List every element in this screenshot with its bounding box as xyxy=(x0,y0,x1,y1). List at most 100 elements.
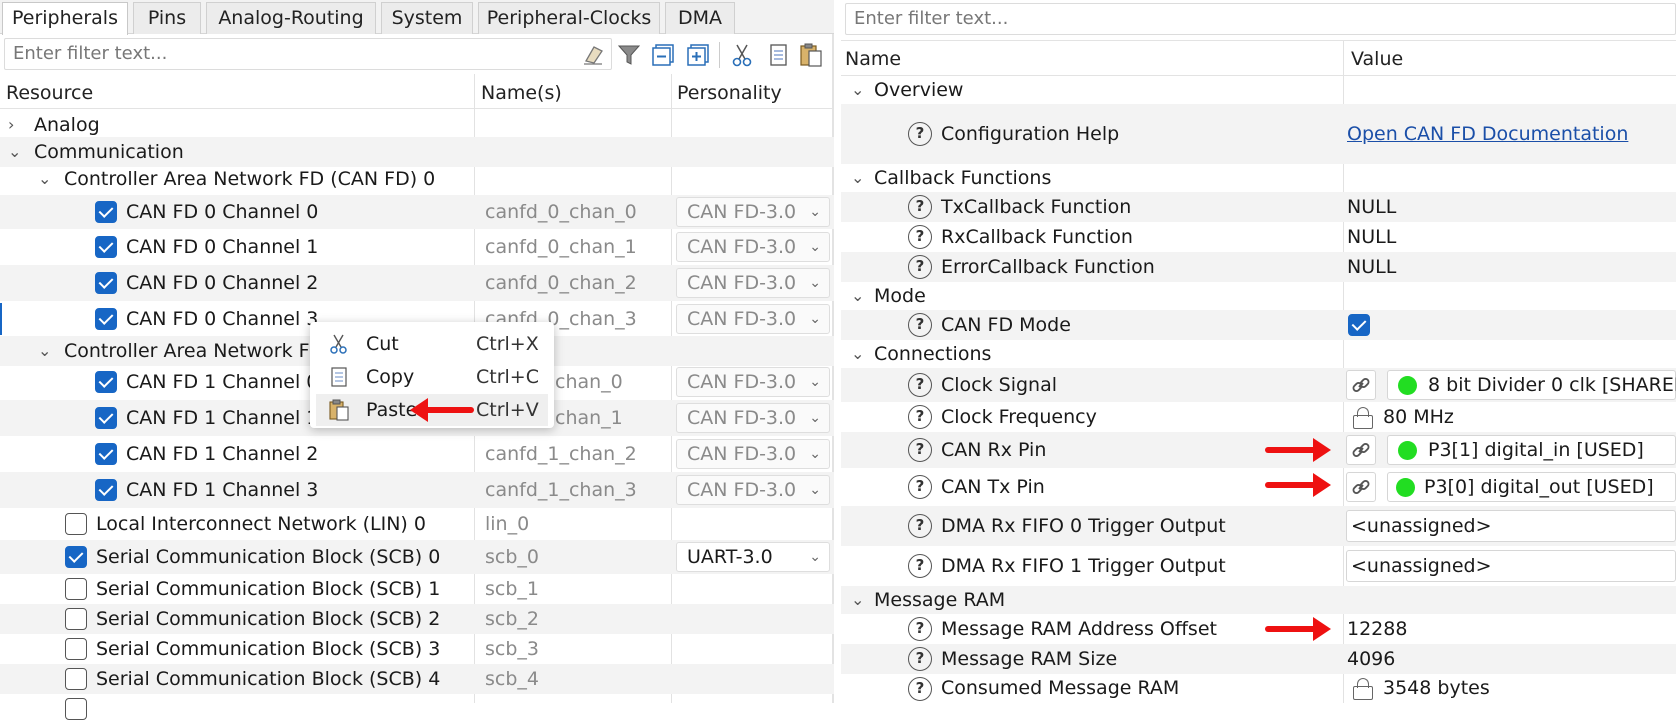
filter-icon[interactable] xyxy=(616,42,642,68)
enable-checkbox[interactable] xyxy=(95,272,117,294)
chevron-down-icon[interactable]: ⌄ xyxy=(38,164,51,194)
column-header-names[interactable]: Name(s) xyxy=(481,80,562,106)
enable-checkbox[interactable] xyxy=(65,513,87,535)
help-icon[interactable]: ? xyxy=(908,225,932,249)
enable-checkbox[interactable] xyxy=(65,698,87,720)
enable-checkbox[interactable] xyxy=(95,201,117,223)
tree-row-lin-0[interactable]: Local Interconnect Network (LIN) 0 lin_0 xyxy=(0,508,834,540)
paste-icon[interactable] xyxy=(798,42,824,68)
link-button[interactable] xyxy=(1346,435,1376,465)
column-header-value[interactable]: Value xyxy=(1351,46,1403,72)
enable-checkbox[interactable] xyxy=(95,236,117,258)
enable-checkbox[interactable] xyxy=(65,608,87,630)
chevron-down-icon[interactable]: ⌄ xyxy=(851,164,864,192)
tab-system[interactable]: System xyxy=(381,2,473,34)
eraser-icon[interactable] xyxy=(580,41,606,67)
column-header-name[interactable]: Name xyxy=(845,46,901,72)
tree-row-scb-2[interactable]: Serial Communication Block (SCB) 2 scb_2 xyxy=(0,604,834,634)
chevron-down-icon[interactable]: ⌄ xyxy=(851,340,864,368)
section-mode[interactable]: ⌄ Mode xyxy=(841,282,1676,310)
documentation-link[interactable]: Open CAN FD Documentation xyxy=(1347,104,1628,164)
menu-item-copy[interactable]: Copy Ctrl+C xyxy=(316,361,548,393)
instance-name[interactable]: scb_1 xyxy=(485,574,539,604)
help-icon[interactable]: ? xyxy=(908,122,932,146)
instance-name[interactable]: chan_1 xyxy=(555,400,623,436)
tree-row-canfd0-ch2[interactable]: CAN FD 0 Channel 2 canfd_0_chan_2 CAN FD… xyxy=(0,265,834,301)
instance-name[interactable]: canfd_0_chan_1 xyxy=(485,229,637,265)
tree-row-analog[interactable]: › Analog xyxy=(0,110,834,140)
personality-select[interactable]: CAN FD-3.0 ⌄ xyxy=(676,304,830,334)
tab-dma[interactable]: DMA xyxy=(665,2,735,34)
tab-peripherals[interactable]: Peripherals xyxy=(2,2,128,35)
tab-analog-routing[interactable]: Analog-Routing xyxy=(206,2,376,34)
personality-select[interactable]: CAN FD-3.0 ⌄ xyxy=(676,367,830,397)
help-icon[interactable]: ? xyxy=(908,647,932,671)
tree-row-canfd0-ch1[interactable]: CAN FD 0 Channel 1 canfd_0_chan_1 CAN FD… xyxy=(0,229,834,265)
tree-row-scb-3[interactable]: Serial Communication Block (SCB) 3 scb_3 xyxy=(0,634,834,664)
tree-row-scb-1[interactable]: Serial Communication Block (SCB) 1 scb_1 xyxy=(0,574,834,604)
help-icon[interactable]: ? xyxy=(908,554,932,578)
instance-name[interactable]: scb_2 xyxy=(485,604,539,634)
param-value[interactable]: 12288 xyxy=(1347,614,1407,644)
tree-row-canfd1-ch2[interactable]: CAN FD 1 Channel 2 canfd_1_chan_2 CAN FD… xyxy=(0,436,834,472)
personality-select[interactable]: UART-3.0 ⌄ xyxy=(676,542,830,572)
enable-checkbox[interactable] xyxy=(95,407,117,429)
param-value[interactable]: NULL xyxy=(1347,192,1396,222)
param-value[interactable]: 4096 xyxy=(1347,644,1395,674)
section-overview[interactable]: ⌄ Overview xyxy=(841,76,1676,104)
help-icon[interactable]: ? xyxy=(908,514,932,538)
tab-pins[interactable]: Pins xyxy=(133,2,201,34)
chevron-down-icon[interactable]: ⌄ xyxy=(851,76,864,104)
param-value[interactable]: NULL xyxy=(1347,222,1396,252)
help-icon[interactable]: ? xyxy=(908,617,932,641)
help-icon[interactable]: ? xyxy=(908,438,932,462)
instance-name[interactable]: canfd_1_chan_3 xyxy=(485,472,637,508)
chevron-down-icon[interactable]: ⌄ xyxy=(38,336,51,366)
expand-all-icon[interactable] xyxy=(685,42,711,68)
section-connections[interactable]: ⌄ Connections xyxy=(841,340,1676,368)
clock-signal-select[interactable]: 8 bit Divider 0 clk [SHARED] xyxy=(1387,370,1676,400)
instance-name[interactable]: scb_0 xyxy=(485,540,539,574)
link-button[interactable] xyxy=(1346,370,1376,400)
personality-select[interactable]: CAN FD-3.0 ⌄ xyxy=(676,403,830,433)
column-header-personality[interactable]: Personality xyxy=(677,80,782,106)
dma-fifo1-select[interactable]: <unassigned> xyxy=(1346,550,1676,582)
personality-select[interactable]: CAN FD-3.0 ⌄ xyxy=(676,268,830,298)
rx-pin-select[interactable]: P3[1] digital_in [USED] xyxy=(1387,435,1676,465)
help-icon[interactable]: ? xyxy=(908,255,932,279)
tree-row-canfd1-ch3[interactable]: CAN FD 1 Channel 3 canfd_1_chan_3 CAN FD… xyxy=(0,472,834,508)
help-icon[interactable]: ? xyxy=(908,677,932,701)
parameter-filter-input[interactable]: Enter filter text... xyxy=(845,3,1676,35)
instance-name[interactable]: scb_4 xyxy=(485,664,539,694)
help-icon[interactable]: ? xyxy=(908,373,932,397)
instance-name[interactable]: chan_0 xyxy=(555,364,623,400)
enable-checkbox[interactable] xyxy=(95,308,117,330)
chevron-down-icon[interactable]: ⌄ xyxy=(851,586,864,614)
copy-icon[interactable] xyxy=(765,42,791,68)
tree-row-canfd-0[interactable]: ⌄ Controller Area Network FD (CAN FD) 0 xyxy=(0,164,834,194)
instance-name[interactable]: canfd_1_chan_2 xyxy=(485,436,637,472)
tx-pin-select[interactable]: P3[0] digital_out [USED] xyxy=(1387,472,1676,502)
documentation-link-text[interactable]: Open CAN FD Documentation xyxy=(1347,123,1628,145)
section-message-ram[interactable]: ⌄ Message RAM xyxy=(841,586,1676,614)
enable-checkbox[interactable] xyxy=(65,578,87,600)
chevron-right-icon[interactable]: › xyxy=(8,110,14,140)
enable-checkbox[interactable] xyxy=(95,479,117,501)
param-value[interactable]: NULL xyxy=(1347,252,1396,282)
instance-name[interactable]: scb_3 xyxy=(485,634,539,664)
link-button[interactable] xyxy=(1346,472,1376,502)
personality-select[interactable]: CAN FD-3.0 ⌄ xyxy=(676,439,830,469)
tree-row-scb-4[interactable]: Serial Communication Block (SCB) 4 scb_4 xyxy=(0,664,834,694)
tree-row-communication[interactable]: ⌄ Communication xyxy=(0,137,834,167)
help-icon[interactable]: ? xyxy=(908,195,932,219)
enable-checkbox[interactable] xyxy=(95,371,117,393)
enable-checkbox[interactable] xyxy=(95,443,117,465)
column-header-resource[interactable]: Resource xyxy=(6,80,93,106)
cut-icon[interactable] xyxy=(729,42,755,68)
help-icon[interactable]: ? xyxy=(908,313,932,337)
menu-item-cut[interactable]: Cut Ctrl+X xyxy=(316,328,548,360)
tab-peripheral-clocks[interactable]: Peripheral-Clocks xyxy=(478,2,660,34)
tree-row-canfd0-ch0[interactable]: CAN FD 0 Channel 0 canfd_0_chan_0 CAN FD… xyxy=(0,195,834,229)
enable-checkbox[interactable] xyxy=(65,546,87,568)
personality-select[interactable]: CAN FD-3.0 ⌄ xyxy=(676,475,830,505)
